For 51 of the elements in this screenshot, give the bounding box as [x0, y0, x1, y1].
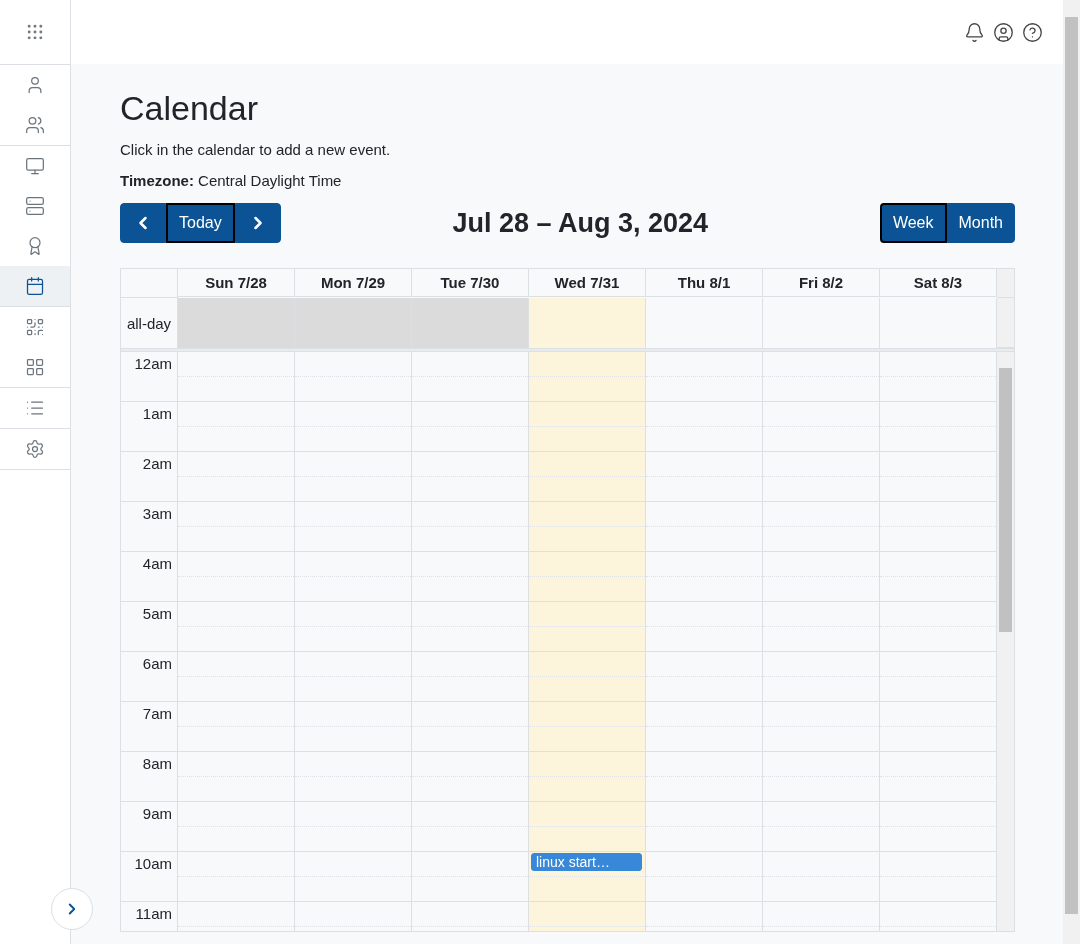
day-column[interactable]: [763, 352, 880, 931]
day-header: Mon 7/29: [295, 269, 412, 297]
monitor-icon: [25, 156, 45, 176]
time-label: 6am: [121, 652, 177, 702]
grid-icon: [25, 357, 45, 377]
view-toggle[interactable]: Week: [879, 203, 947, 243]
notification-bell-icon[interactable]: [964, 21, 985, 43]
all-day-cell[interactable]: [295, 298, 412, 348]
time-label: 2am: [121, 452, 177, 502]
time-slot[interactable]: linux start…: [529, 852, 645, 902]
view-toggle[interactable]: Month: [946, 203, 1015, 243]
qr-link-icon: [25, 317, 45, 337]
calendar-event[interactable]: linux start…: [531, 853, 642, 871]
day-column[interactable]: linux start…: [529, 352, 646, 931]
today-button[interactable]: Today: [166, 203, 235, 243]
settings-icon: [25, 439, 45, 459]
expand-button[interactable]: [51, 888, 93, 930]
sidebar-item[interactable]: [0, 266, 70, 306]
help-icon[interactable]: [1022, 21, 1043, 43]
time-label: 10am: [121, 852, 177, 902]
timezone-text: Timezone: Central Daylight Time: [120, 171, 343, 191]
server-icon: [25, 196, 45, 216]
time-label: 4am: [121, 552, 177, 602]
page-title: Calendar: [120, 88, 259, 128]
previous-button[interactable]: [120, 203, 166, 243]
day-column[interactable]: [178, 352, 295, 931]
time-label: 3am: [121, 502, 177, 552]
day-header: Fri 8/2: [763, 269, 880, 297]
time-label: 1am: [121, 402, 177, 452]
all-day-cell[interactable]: [412, 298, 529, 348]
account-icon[interactable]: [993, 21, 1014, 43]
time-label: 9am: [121, 802, 177, 852]
time-label: 5am: [121, 602, 177, 652]
app-grid-icon[interactable]: [25, 22, 45, 42]
time-label: 12am: [121, 352, 177, 402]
next-button[interactable]: [234, 203, 281, 243]
day-header: Thu 8/1: [646, 269, 763, 297]
all-day-cell[interactable]: [178, 298, 295, 348]
time-label: 8am: [121, 752, 177, 802]
all-day-cell[interactable]: [529, 298, 646, 348]
date-range-title: Jul 28 – Aug 3, 2024: [452, 207, 709, 239]
day-column[interactable]: [295, 352, 412, 931]
day-header: Wed 7/31: [529, 269, 646, 297]
users-icon: [25, 115, 45, 135]
day-header: Sun 7/28: [178, 269, 295, 297]
time-label: 7am: [121, 702, 177, 752]
day-column[interactable]: [646, 352, 763, 931]
day-header: Tue 7/30: [412, 269, 529, 297]
calendar-icon: [25, 276, 45, 296]
page-subtitle: Click in the calendar to add a new event.: [120, 140, 392, 160]
time-label: 11am: [121, 902, 177, 931]
